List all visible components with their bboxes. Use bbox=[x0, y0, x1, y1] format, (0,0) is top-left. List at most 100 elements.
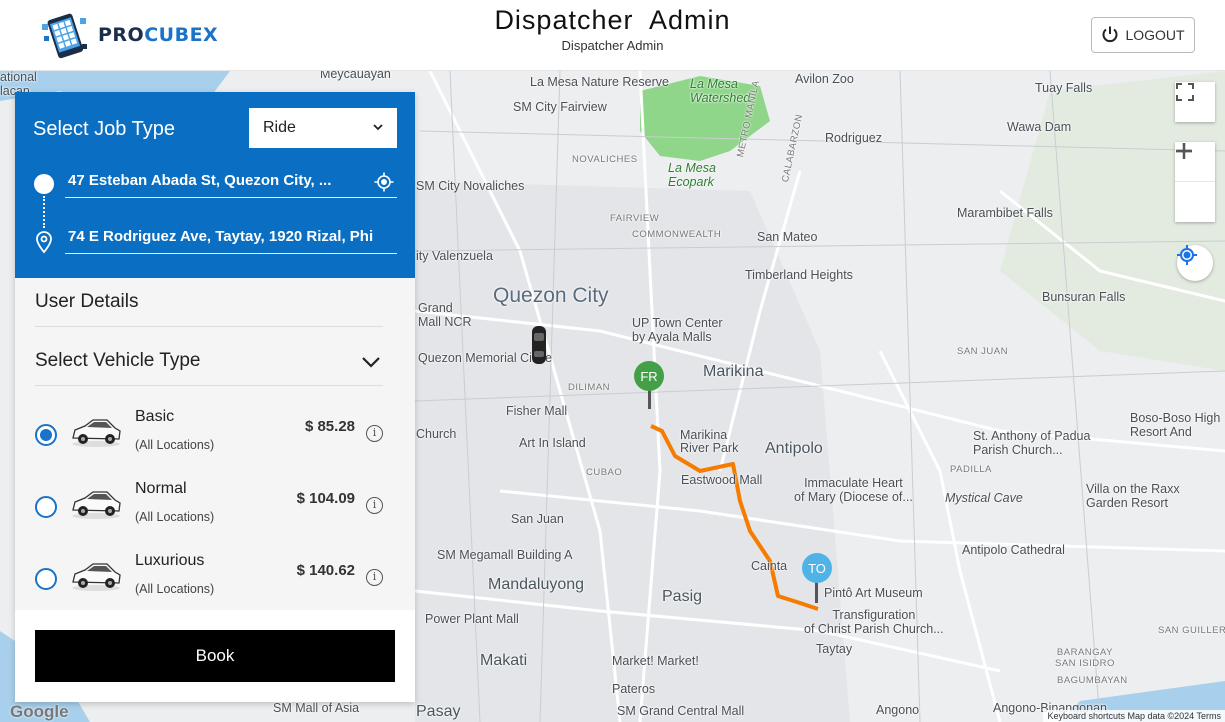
book-button[interactable]: Book bbox=[35, 630, 395, 682]
map-label-pasig: Pasig bbox=[662, 588, 703, 605]
map-label-cubao: CUBAO bbox=[586, 467, 623, 478]
info-icon[interactable]: i bbox=[366, 425, 383, 442]
job-type-value: Ride bbox=[263, 119, 296, 136]
pickup-address-input[interactable]: 47 Esteban Abada St, Quezon City, ... bbox=[65, 168, 397, 198]
car-icon bbox=[69, 414, 123, 450]
divider bbox=[35, 326, 383, 327]
map-label-immaculate: Immaculate Heart of Mary (Diocese of... bbox=[794, 476, 913, 504]
divider bbox=[35, 385, 383, 386]
pickup-dot-icon bbox=[34, 174, 54, 194]
dropoff-pin-stem bbox=[815, 581, 818, 603]
panel-footer: Book bbox=[15, 610, 415, 702]
page-title: Dispatcher Admin bbox=[494, 5, 731, 35]
chevron-down-icon[interactable] bbox=[359, 350, 383, 379]
map-label-up-town: UP Town Center by Ayala Malls bbox=[632, 316, 723, 344]
map-label-pateros: Pateros bbox=[612, 682, 656, 696]
map-label-la-mesa-watershed: La Mesa Watershed bbox=[690, 77, 751, 105]
vehicle-radio[interactable] bbox=[35, 568, 57, 590]
logout-label: LOGOUT bbox=[1125, 27, 1185, 43]
zoom-control bbox=[1175, 142, 1215, 222]
map-label-padilla: PADILLA bbox=[950, 464, 992, 475]
vehicle-scope: (All Locations) bbox=[135, 582, 215, 596]
map-label-cainta: Cainta bbox=[751, 559, 788, 573]
map-label-antipolo: Antipolo bbox=[765, 440, 823, 457]
map-label-art-in-island: Art In Island bbox=[519, 436, 586, 450]
job-type-select[interactable]: Ride bbox=[249, 108, 397, 148]
map-label-san-guillermo: SAN GUILLERMO bbox=[1158, 625, 1225, 636]
map-label-fisher: Fisher Mall bbox=[506, 404, 568, 418]
my-location-button[interactable] bbox=[1177, 245, 1213, 281]
vehicle-name: Basic bbox=[135, 408, 175, 425]
dropoff-pin[interactable]: TO bbox=[802, 553, 832, 583]
map-label-san-mateo: San Mateo bbox=[757, 230, 818, 244]
map-label-sm-grand-central: SM Grand Central Mall bbox=[617, 704, 745, 718]
map-label-wawa: Wawa Dam bbox=[1007, 120, 1072, 134]
map-label-fairview: FAIRVIEW bbox=[610, 213, 660, 224]
map-label-transfiguration: Transfiguration of Christ Parish Church.… bbox=[804, 608, 944, 636]
vehicle-option-basic[interactable]: Basic (All Locations) $ 85.28 i bbox=[15, 402, 415, 462]
vehicle-radio[interactable] bbox=[35, 496, 57, 518]
app-header: PROCUBEX Dispatcher Admin Dispatcher Adm… bbox=[0, 0, 1225, 71]
vehicle-scope: (All Locations) bbox=[135, 438, 215, 452]
page-subtitle: Dispatcher Admin bbox=[561, 38, 664, 53]
locate-pickup-icon[interactable] bbox=[374, 172, 394, 197]
map-label-san-juan: San Juan bbox=[511, 512, 564, 526]
map-label-commonwealth: COMMONWEALTH bbox=[632, 229, 722, 240]
map-attribution[interactable]: Keyboard shortcuts Map data ©2024 Terms bbox=[1043, 710, 1225, 722]
job-type-label: Select Job Type bbox=[33, 118, 175, 140]
dropoff-address-input[interactable]: 74 E Rodriguez Ave, Taytay, 1920 Rizal, … bbox=[65, 224, 397, 254]
map-label-bunsuran: Bunsuran Falls bbox=[1042, 290, 1126, 304]
logout-button[interactable]: LOGOUT bbox=[1091, 17, 1195, 53]
info-icon[interactable]: i bbox=[366, 569, 383, 586]
map-label-grand-mall: Grand Mall NCR bbox=[418, 301, 472, 329]
map-label-pasay: Pasay bbox=[416, 703, 461, 720]
map-label-sm-mall-asia: SM Mall of Asia bbox=[273, 701, 360, 715]
pickup-pin-stem bbox=[648, 389, 651, 409]
map-label-eastwood: Eastwood Mall bbox=[681, 473, 763, 487]
trip-form: Select Job Type Ride 47 Esteban Abada St… bbox=[15, 92, 415, 278]
map-label-villa: Villa on the Raxx Garden Resort bbox=[1086, 482, 1180, 510]
vehicle-name: Normal bbox=[135, 480, 187, 497]
car-icon bbox=[69, 486, 123, 522]
power-icon bbox=[1101, 25, 1119, 46]
car-icon bbox=[69, 558, 123, 594]
map-label-quezon-city: Quezon City bbox=[493, 284, 609, 307]
map-label-la-mesa-nature: La Mesa Nature Reserve bbox=[530, 75, 669, 89]
map-label-mystical: Mystical Cave bbox=[945, 491, 1023, 505]
route-connector bbox=[43, 196, 45, 228]
vehicle-option-normal[interactable]: Normal (All Locations) $ 104.09 i bbox=[15, 474, 415, 534]
pickup-pin[interactable]: FR bbox=[634, 361, 664, 391]
map-label-avilon: Avilon Zoo bbox=[795, 72, 854, 86]
map-label-bagumbayan: BAGUMBAYAN bbox=[1057, 675, 1128, 686]
fullscreen-button[interactable] bbox=[1175, 82, 1215, 122]
info-icon[interactable]: i bbox=[366, 497, 383, 514]
google-logo: Google bbox=[10, 702, 69, 721]
vehicle-price: $ 140.62 bbox=[296, 562, 355, 579]
map-label-sm-fairview: SM City Fairview bbox=[513, 100, 607, 114]
map-label-st-anthony: St. Anthony of Padua Parish Church... bbox=[973, 429, 1091, 457]
map-label-tuay: Tuay Falls bbox=[1035, 81, 1093, 95]
booking-panel: Select Job Type Ride 47 Esteban Abada St… bbox=[15, 92, 415, 702]
map-label-valenzuela: ity Valenzuela bbox=[416, 249, 493, 263]
map-label-san-juan-small: SAN JUAN bbox=[957, 346, 1008, 357]
user-details-heading[interactable]: User Details bbox=[35, 291, 138, 313]
map-label-barangay: BARANGAY SAN ISIDRO bbox=[1055, 647, 1115, 669]
map-label-market: Market! Market! bbox=[612, 654, 699, 668]
zoom-out-button[interactable] bbox=[1175, 149, 1215, 222]
vehicle-radio[interactable] bbox=[35, 424, 57, 446]
chevron-down-icon bbox=[371, 120, 385, 139]
map-label-timberland: Timberland Heights bbox=[745, 268, 853, 282]
map-label-novaliches: NOVALICHES bbox=[572, 154, 638, 165]
map-label-mandaluyong: Mandaluyong bbox=[488, 576, 585, 593]
map-label-boso: Boso-Boso High Resort And bbox=[1130, 411, 1221, 439]
vehicle-option-luxurious[interactable]: Luxurious (All Locations) $ 140.62 i bbox=[15, 546, 415, 606]
vehicle-price: $ 85.28 bbox=[304, 418, 355, 435]
map-label-power-plant: Power Plant Mall bbox=[425, 612, 519, 626]
map-label-makati: Makati bbox=[480, 652, 528, 669]
vehicle-type-heading[interactable]: Select Vehicle Type bbox=[35, 350, 200, 372]
vehicle-price: $ 104.09 bbox=[296, 490, 355, 507]
map-label-rodriguez: Rodriguez bbox=[825, 131, 882, 145]
driver-car-marker[interactable] bbox=[530, 325, 548, 365]
map-label-sm-novaliches: SM City Novaliches bbox=[416, 179, 525, 193]
map-label-diliman: DILIMAN bbox=[568, 382, 611, 393]
